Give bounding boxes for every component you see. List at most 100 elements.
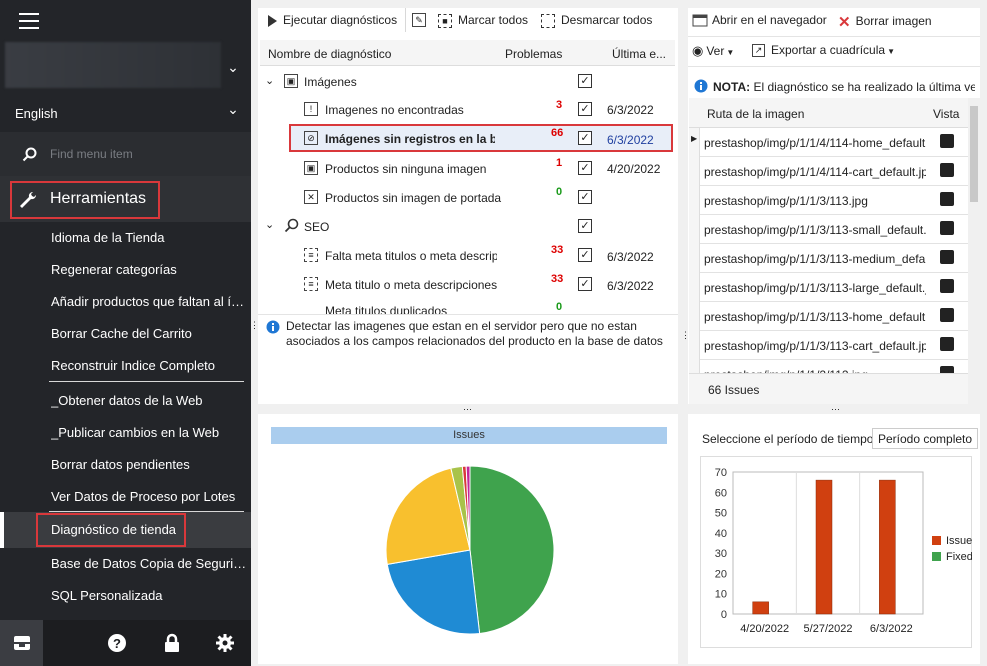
scrollbar-thumb[interactable] (970, 106, 978, 202)
unmark-all-button[interactable]: Desmarcar todos (541, 13, 652, 28)
vertical-scrollbar[interactable] (968, 98, 980, 404)
period-value: Período completo (878, 432, 973, 446)
store-icon-button[interactable] (0, 620, 43, 666)
note-body: El diagnóstico se ha realizado la última… (753, 80, 975, 94)
problem-count: 33 (551, 273, 564, 285)
menu-item-copia-seguridad[interactable]: Base de Datos Copia de Seguridad (51, 556, 247, 571)
table-row[interactable]: prestashop/img/p/1/1/3/113-small_default… (700, 215, 968, 244)
column-header-view[interactable]: Vista (933, 107, 959, 121)
column-header-problems[interactable]: Problemas (505, 47, 562, 61)
export-grid-button[interactable]: ↗ Exportar a cuadrícula ▼ (752, 43, 895, 58)
row-label[interactable]: Imagenes no encontradas (325, 103, 464, 117)
row-checkbox[interactable]: ✓ (578, 248, 592, 262)
row-checkbox[interactable]: ✓ (578, 190, 592, 204)
help-icon[interactable]: ? (107, 633, 127, 653)
table-row[interactable]: prestashop/img/p/1/1/3/113-medium_defaul… (700, 244, 968, 273)
menu-search[interactable]: Find menu item (0, 132, 251, 176)
row-label[interactable]: Falta meta titulos o meta descripc (325, 249, 497, 263)
hamburger-menu-icon[interactable] (19, 13, 39, 29)
y-tick-label: 30 (715, 548, 727, 560)
mark-all-button[interactable]: ■ Marcar todos (438, 13, 528, 28)
group-label-seo[interactable]: SEO (304, 220, 329, 234)
view-dropdown[interactable]: ◉ Ver ▼ (692, 43, 734, 59)
splitter-grip[interactable]: ⋮ (681, 330, 690, 341)
menu-item-sql[interactable]: SQL Personalizada (51, 588, 247, 603)
gear-icon[interactable] (215, 633, 235, 653)
menu-item-regenerar-categorias[interactable]: Regenerar categorías (51, 262, 247, 277)
export-label: Exportar a cuadrícula (771, 43, 886, 57)
chevron-down-icon: ⌄ (227, 101, 239, 117)
legend-swatch (932, 536, 941, 545)
row-date: 4/20/2022 (607, 162, 661, 176)
legend-swatch (932, 552, 941, 561)
image-path: prestashop/img/p/1/1/3/113-home_default.… (704, 310, 926, 324)
legend-label: Issues (946, 535, 972, 547)
menu-section-herramientas[interactable]: Herramientas (0, 176, 251, 222)
column-header-path[interactable]: Ruta de la imagen (707, 107, 804, 121)
splitter-grip[interactable]: ⋮ (250, 320, 259, 331)
table-row[interactable]: prestashop/img/p/1/1/4/114-home_default.… (700, 128, 968, 157)
table-row[interactable]: prestashop/img/p/1/1/3/113-large_default… (700, 273, 968, 302)
column-header-last[interactable]: Última e... (612, 47, 666, 61)
row-label[interactable]: Productos sin imagen de portada (325, 191, 501, 205)
menu-item-idioma[interactable]: Idioma de la Tienda (51, 230, 247, 245)
x-tick-label: 4/20/2022 (740, 623, 789, 635)
thumbnail-icon (940, 250, 954, 264)
group-checkbox[interactable]: ✓ (578, 74, 592, 88)
y-tick-label: 0 (721, 609, 727, 621)
partial-row: Meta titulos duplicados 0 (300, 302, 600, 314)
thumbnail-icon (940, 134, 954, 148)
info-icon (266, 320, 280, 334)
seo-search-icon (284, 218, 299, 233)
delete-image-button[interactable]: ✕ Borrar imagen (838, 13, 932, 31)
table-row[interactable]: prestashop/img/p/1/1/3/113-home_default.… (700, 302, 968, 331)
image-path: prestashop/img/p/1/1/3/113-cart_default.… (704, 339, 926, 353)
table-row[interactable]: prestashop/img/p/1/1/4/114-cart_default.… (700, 157, 968, 186)
image-edit-icon[interactable]: ✎ (412, 13, 426, 27)
problem-count: 66 (551, 127, 564, 139)
info-icon (694, 79, 708, 93)
row-label[interactable]: Productos sin ninguna imagen (325, 162, 486, 176)
y-tick-label: 40 (715, 528, 727, 540)
row-checkbox[interactable]: ✓ (578, 131, 592, 145)
menu-item-reconstruir-indice[interactable]: Reconstruir Indice Completo (51, 358, 247, 373)
row-label[interactable]: Meta titulos duplicados (325, 304, 447, 314)
table-row[interactable]: prestashop/img/p/1/1/3/113-cart_default.… (700, 331, 968, 360)
diagnostic-description: Detectar las imagenes que estan en el se… (286, 319, 663, 348)
issues-bar-chart: 0 10 20 30 40 50 60 70 4/20/2022 5/27/2022 6/3/202… (715, 467, 972, 635)
expand-chevron-icon[interactable]: ⌄ (265, 74, 274, 87)
period-select[interactable]: Período completo (872, 428, 978, 449)
expand-chevron-icon[interactable]: ⌄ (265, 218, 274, 231)
store-selector[interactable] (5, 42, 221, 88)
menu-item-obtener-datos[interactable]: _Obtener datos de la Web (51, 393, 247, 408)
row-checkbox[interactable]: ✓ (578, 161, 592, 175)
image-missing-icon: ! (304, 102, 318, 116)
deselect-icon (541, 13, 555, 28)
menu-item-borrar-pendientes[interactable]: Borrar datos pendientes (51, 457, 247, 472)
select-all-icon: ■ (438, 13, 452, 28)
group-checkbox[interactable]: ✓ (578, 219, 592, 233)
row-label[interactable]: Imágenes sin registros en la base (325, 132, 495, 146)
run-diagnostics-button[interactable]: Ejecutar diagnósticos (268, 13, 397, 27)
menu-item-borrar-cache[interactable]: Borrar Cache del Carrito (51, 326, 247, 341)
language-selector[interactable]: English ⌄ (0, 96, 251, 130)
lock-icon[interactable] (162, 633, 182, 653)
search-input[interactable]: Find menu item (50, 147, 133, 161)
menu-item-anadir-productos[interactable]: Añadir productos que faltan al índice (51, 294, 247, 309)
chevron-down-icon[interactable]: ⌄ (226, 60, 240, 74)
delete-icon: ✕ (838, 14, 851, 31)
row-checkbox[interactable]: ✓ (578, 102, 592, 116)
menu-item-ver-datos-lotes[interactable]: Ver Datos de Proceso por Lotes (51, 489, 247, 504)
row-date: 6/3/2022 (607, 133, 654, 147)
menu-item-diagnostico[interactable]: Diagnóstico de tienda (51, 522, 247, 537)
menu-item-publicar-cambios[interactable]: _Publicar cambios en la Web (51, 425, 247, 440)
table-row[interactable]: prestashop/img/p/1/1/3/113.jpg (700, 186, 968, 215)
meta-list-icon: ≡ (304, 277, 318, 291)
row-date: 6/3/2022 (607, 279, 654, 293)
row-checkbox[interactable]: ✓ (578, 277, 592, 291)
column-header-name[interactable]: Nombre de diagnóstico (268, 47, 391, 61)
group-label-imagenes[interactable]: Imágenes (304, 75, 357, 89)
image-path: prestashop/img/p/1/1/3/113-medium_defaul… (704, 252, 926, 266)
row-label[interactable]: Meta titulo o meta descripciones (325, 278, 497, 292)
open-browser-button[interactable]: Abrir en el navegador (692, 13, 827, 29)
